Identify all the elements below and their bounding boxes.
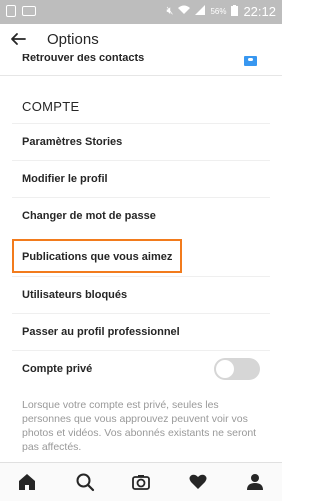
page-title: Options xyxy=(47,31,99,48)
app-header: Options xyxy=(0,24,282,54)
menu-item-liked-posts[interactable]: Publications que vous aimez xyxy=(12,239,182,273)
menu-item-switch-business[interactable]: Passer au profil professionnel xyxy=(12,313,270,350)
battery-icon xyxy=(231,4,239,19)
profile-icon[interactable] xyxy=(245,472,265,492)
toggle-knob xyxy=(216,360,234,378)
contacts-icon xyxy=(244,56,257,66)
bottom-navigation xyxy=(0,462,282,501)
back-arrow-icon[interactable] xyxy=(10,31,26,47)
menu-item-blocked-users[interactable]: Utilisateurs bloqués xyxy=(12,276,270,313)
section-title-account: COMPTE xyxy=(22,99,80,114)
menu-item-label: Modifier le profil xyxy=(22,173,108,185)
clock: 22:12 xyxy=(243,4,276,19)
menu-item-label: Compte privé xyxy=(22,363,93,375)
home-icon[interactable] xyxy=(17,472,37,492)
find-contacts-label: Retrouver des contacts xyxy=(22,54,145,64)
wifi-icon xyxy=(178,5,191,18)
private-account-help-text: Lorsque votre compte est privé, seules l… xyxy=(22,399,257,453)
menu-item-story-settings[interactable]: Paramètres Stories xyxy=(12,123,270,160)
menu-item-label: Publications que vous aimez xyxy=(22,251,173,263)
menu-item-label: Passer au profil professionnel xyxy=(22,326,180,338)
menu-item-label: Utilisateurs bloqués xyxy=(22,289,128,301)
battery-percent: 56% xyxy=(210,7,227,16)
search-icon[interactable] xyxy=(75,472,95,492)
menu-item-label: Paramètres Stories xyxy=(22,136,123,148)
section-divider xyxy=(0,75,282,76)
heart-icon[interactable] xyxy=(188,472,208,492)
menu-item-change-password[interactable]: Changer de mot de passe xyxy=(12,197,270,234)
status-bar: 🔇︎ 56% 22:12 xyxy=(0,0,282,24)
status-left xyxy=(6,5,36,17)
find-contacts-row[interactable]: Retrouver des contacts xyxy=(0,54,282,70)
private-account-toggle[interactable] xyxy=(214,358,260,380)
notification-icon xyxy=(6,5,16,17)
status-right: 🔇︎ 56% 22:12 xyxy=(167,4,277,19)
mute-icon: 🔇︎ xyxy=(166,5,174,17)
menu-item-private-account[interactable]: Compte privé xyxy=(12,350,270,387)
menu-item-edit-profile[interactable]: Modifier le profil xyxy=(12,160,270,197)
menu-item-label: Changer de mot de passe xyxy=(22,210,156,222)
signal-icon xyxy=(195,5,206,18)
camera-icon[interactable] xyxy=(131,472,151,492)
voicemail-icon xyxy=(22,6,36,16)
